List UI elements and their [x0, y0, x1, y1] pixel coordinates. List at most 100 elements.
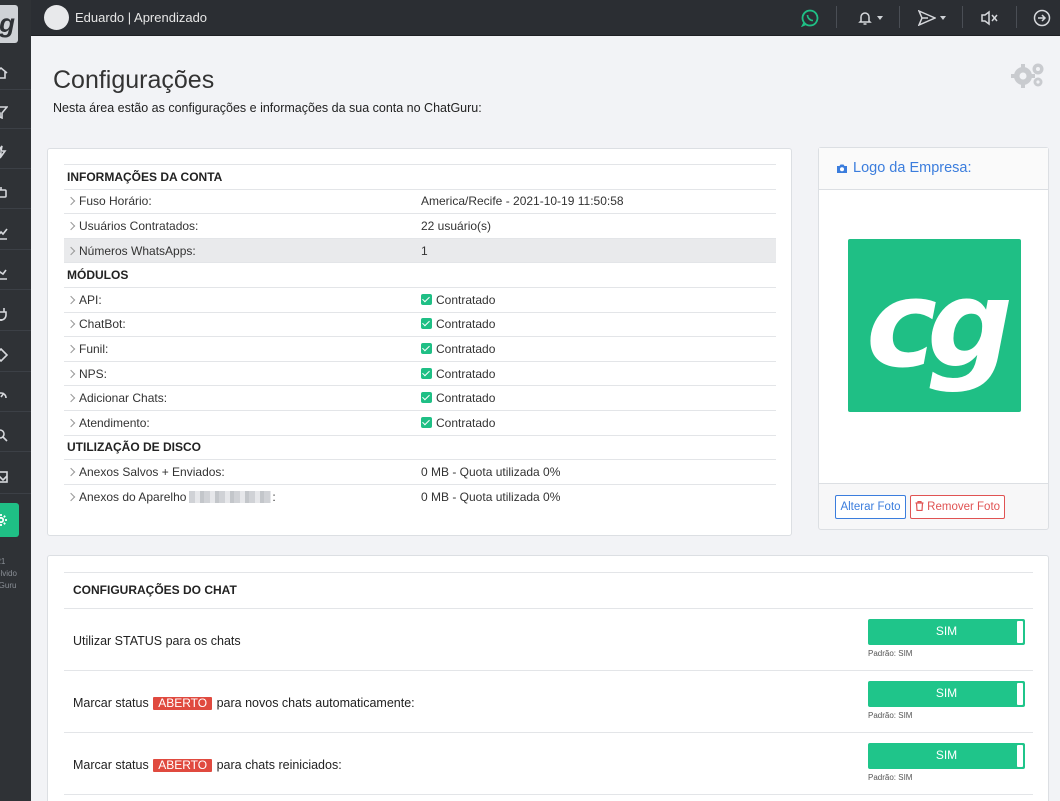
- table-row: ChatBot: Contratado: [64, 311, 776, 337]
- toggle-knob[interactable]: [1017, 745, 1023, 767]
- reopen-toggle[interactable]: SIM: [868, 743, 1025, 769]
- chevron-right-icon: [66, 492, 76, 502]
- remove-photo-label: Remover Foto: [927, 501, 1001, 513]
- account-info-panel: INFORMAÇÕES DA CONTA Fuso Horário: Ameri…: [47, 148, 792, 536]
- row-value: Contratado: [436, 317, 496, 332]
- chevron-down-icon: [940, 16, 946, 20]
- row-value: Contratado: [436, 366, 496, 381]
- avatar[interactable]: [44, 5, 69, 30]
- check-icon: [421, 367, 432, 379]
- chevron-right-icon: [66, 295, 76, 305]
- footer-line: 021: [0, 557, 6, 566]
- setting-text: Utilizar STATUS para os chats: [73, 634, 241, 648]
- footer-line: volvido: [0, 569, 17, 578]
- toggle-knob[interactable]: [1017, 621, 1023, 643]
- chat-settings-title: CONFIGURAÇÕES DO CHAT: [64, 572, 1033, 609]
- bell-icon[interactable]: [857, 8, 883, 28]
- row-value: Contratado: [436, 292, 496, 307]
- table-row: Funil: Contratado: [64, 336, 776, 362]
- row-label: NPS:: [79, 366, 108, 381]
- user-name[interactable]: Eduardo | Aprendizado: [75, 10, 207, 25]
- default-value: Padrão: SIM: [868, 711, 913, 720]
- auto-open-toggle[interactable]: SIM: [868, 681, 1025, 707]
- table-row: Anexos do Aparelho: 0 MB - Quota utiliza…: [64, 483, 776, 509]
- table-row: Usuários Contratados: 22 usuário(s): [64, 213, 776, 239]
- image-icon[interactable]: [0, 460, 31, 494]
- sidebar-logo[interactable]: g: [0, 5, 18, 43]
- chart-icon[interactable]: [0, 216, 31, 250]
- row-value: 0 MB - Quota utilizada 0%: [421, 483, 776, 509]
- page-description: Nesta área estão as configurações e info…: [53, 101, 482, 115]
- status-badge: ABERTO: [153, 697, 213, 710]
- settings-icon[interactable]: [0, 503, 19, 537]
- row-value: Contratado: [436, 341, 496, 356]
- toggle-knob[interactable]: [1017, 683, 1023, 705]
- default-value: Padrão: SIM: [868, 773, 913, 782]
- logout-icon[interactable]: [1033, 8, 1051, 28]
- check-icon: [421, 416, 432, 428]
- setting-label: Marcar status ABERTO para novos chats au…: [73, 696, 415, 710]
- setting-text: para novos chats automaticamente:: [216, 696, 415, 710]
- topbar-divider: [962, 6, 963, 28]
- section-title: MÓDULOS: [64, 262, 776, 288]
- row-label: Números WhatsApps:: [79, 243, 196, 258]
- table-row: Números WhatsApps: 1: [64, 237, 776, 263]
- status-toggle[interactable]: SIM: [868, 619, 1025, 645]
- row-label: Usuários Contratados:: [79, 218, 199, 233]
- redacted-number: [189, 490, 272, 503]
- filter-icon[interactable]: [0, 95, 31, 129]
- home-icon[interactable]: [0, 56, 31, 90]
- chevron-right-icon: [66, 246, 76, 255]
- row-value: 1: [421, 237, 776, 263]
- row-value: 22 usuário(s): [421, 213, 776, 239]
- toggle-label: SIM: [935, 686, 958, 700]
- chevron-right-icon: [66, 221, 76, 231]
- logo-body: cg: [819, 190, 1048, 484]
- row-value: Contratado: [436, 415, 496, 430]
- tag-icon[interactable]: [0, 338, 31, 372]
- setting-row: Utilizar STATUS para os chats SIM Padrão…: [64, 609, 1033, 671]
- chevron-right-icon: [66, 197, 76, 206]
- send-icon[interactable]: [918, 8, 946, 28]
- table-row: NPS: Contratado: [64, 360, 776, 386]
- row-label: ChatBot:: [79, 317, 126, 332]
- check-icon: [421, 293, 432, 305]
- toggle-label: SIM: [935, 748, 958, 762]
- row-label: Fuso Horário:: [79, 194, 152, 209]
- chevron-right-icon: [66, 320, 76, 329]
- toggle-label: SIM: [935, 624, 958, 638]
- section-title: UTILIZAÇÃO DE DISCO: [64, 434, 776, 460]
- row-value: America/Recife - 2021-10-19 11:50:58: [421, 188, 776, 214]
- company-logo: cg: [848, 239, 1021, 412]
- plug-icon[interactable]: [0, 297, 31, 331]
- trend-icon[interactable]: [0, 256, 31, 290]
- trash-icon: [915, 501, 924, 512]
- sidebar: g 021 volvido atGuru: [0, 0, 31, 801]
- row-value: 0 MB - Quota utilizada 0%: [421, 459, 776, 485]
- volume-mute-icon[interactable]: [981, 8, 999, 28]
- robot-icon[interactable]: [0, 175, 31, 209]
- table-row: API: Contratado: [64, 286, 776, 313]
- bolt-icon[interactable]: [0, 135, 31, 169]
- chevron-right-icon: [66, 369, 76, 378]
- setting-label: Utilizar STATUS para os chats: [73, 634, 241, 648]
- section-title: INFORMAÇÕES DA CONTA: [64, 164, 776, 190]
- row-label: Funil:: [79, 341, 109, 356]
- whatsapp-icon[interactable]: [801, 8, 819, 28]
- setting-label: Marcar status ABERTO para chats reinicia…: [73, 758, 342, 772]
- logo-panel-title: Logo da Empresa:: [836, 160, 972, 176]
- setting-text: Marcar status: [73, 758, 149, 772]
- chevron-right-icon: [66, 467, 76, 477]
- row-label: API:: [79, 292, 102, 307]
- search-icon[interactable]: [0, 418, 31, 452]
- check-icon: [421, 342, 432, 354]
- camera-icon: [837, 164, 847, 173]
- gears-icon[interactable]: [1011, 61, 1045, 94]
- change-photo-button[interactable]: Alterar Foto: [835, 495, 906, 519]
- remove-photo-button[interactable]: Remover Foto: [910, 495, 1005, 519]
- row-label: Anexos Salvos + Enviados:: [79, 464, 225, 479]
- chevron-right-icon: [66, 344, 76, 354]
- gauge-icon[interactable]: [0, 378, 31, 412]
- setting-row: Marcar status ABERTO para chats reinicia…: [64, 733, 1033, 795]
- topbar-divider: [1016, 6, 1017, 28]
